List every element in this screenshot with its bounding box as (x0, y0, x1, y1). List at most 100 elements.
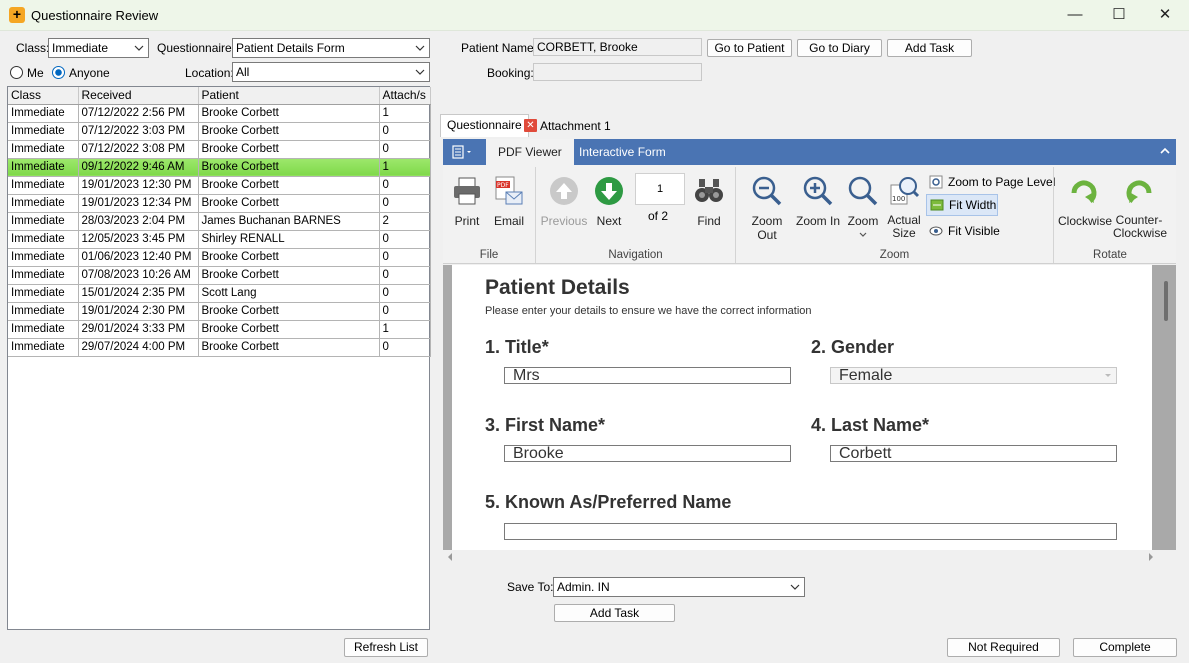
table-cell: 19/01/2023 12:34 PM (78, 194, 199, 213)
add-task-button[interactable]: Add Task (887, 39, 972, 57)
form-subtitle: Please enter your details to ensure we h… (485, 305, 812, 317)
not-required-button[interactable]: Not Required (947, 638, 1060, 657)
table-cell: 0 (379, 248, 431, 267)
go-to-patient-button[interactable]: Go to Patient (707, 39, 792, 57)
table-row[interactable]: Immediate 07/12/2022 3:08 PM Brooke Corbet… (8, 140, 431, 159)
actual-size-button[interactable]: 100 Actual Size (886, 175, 922, 240)
table-row[interactable]: Immediate 19/01/2023 12:30 PM Brooke Corbe… (8, 176, 431, 195)
pdf-viewer[interactable]: Patient Details Please enter your detail… (443, 265, 1176, 550)
print-button[interactable]: Print (449, 175, 485, 228)
table-row[interactable]: Immediate 01/06/2023 12:40 PM Brooke Corbe… (8, 248, 431, 267)
question-known-as: 5. Known As/Preferred Name (485, 492, 732, 512)
next-button[interactable]: Next (589, 175, 629, 228)
anyone-radio[interactable] (52, 66, 65, 79)
zoom-in-label: Zoom In (795, 214, 840, 228)
ribbon-menu-icon[interactable] (451, 144, 475, 160)
table-cell: 0 (379, 338, 431, 357)
column-header[interactable]: Class (8, 87, 79, 105)
tab-interactive-form[interactable]: Interactive Form (567, 139, 678, 165)
go-to-diary-button[interactable]: Go to Diary (797, 39, 882, 57)
table-cell: 1 (379, 320, 431, 339)
table-row[interactable]: Immediate 29/01/2024 3:33 PM Brooke Corbet… (8, 320, 431, 339)
table-row[interactable]: Immediate 19/01/2023 12:34 PM Brooke Corbe… (8, 194, 431, 213)
location-value: All (236, 65, 250, 79)
complete-button[interactable]: Complete (1073, 638, 1177, 657)
zoom-page-level-button[interactable]: Zoom to Page Level (929, 173, 1055, 191)
table-cell: 1 (379, 158, 431, 177)
fit-visible-button[interactable]: Fit Visible (929, 222, 1000, 240)
question-first-name: 3. First Name* (485, 415, 606, 435)
refresh-list-button[interactable]: Refresh List (344, 638, 428, 657)
table-row[interactable]: Immediate 07/08/2023 10:26 AM Brooke Corbe… (8, 266, 431, 285)
class-select[interactable]: Immediate (48, 38, 149, 58)
rotate-counter-clockwise-icon (1126, 180, 1152, 203)
table-row[interactable]: Immediate 15/01/2024 2:35 PM Scott Lang 0 (8, 284, 431, 303)
location-select[interactable]: All (232, 62, 430, 82)
table-cell: Brooke Corbett (198, 158, 380, 177)
previous-button[interactable]: Previous (539, 175, 589, 228)
booking-label: Booking: (487, 66, 534, 80)
title-bar: + Questionnaire Review — ☐ ✕ (0, 0, 1189, 31)
table-cell: James Buchanan BARNES (198, 212, 380, 231)
table-cell: 0 (379, 194, 431, 213)
table-row[interactable]: Immediate 07/12/2022 3:03 PM Brooke Corbet… (8, 122, 431, 141)
table-row[interactable]: Immediate 09/12/2022 9:46 AM Brooke Corbet… (8, 158, 431, 177)
maximize-button[interactable]: ☐ (1096, 0, 1142, 31)
minimize-button[interactable]: — (1052, 0, 1098, 31)
table-cell: 19/01/2023 12:30 PM (78, 176, 199, 195)
fit-width-button[interactable]: Fit Width (926, 194, 998, 216)
page-number-input[interactable]: 1 (635, 173, 685, 205)
save-add-task-button[interactable]: Add Task (554, 604, 675, 622)
table-cell: Immediate (8, 158, 79, 177)
table-cell: Brooke Corbett (198, 248, 380, 267)
table-cell: 09/12/2022 9:46 AM (78, 158, 199, 177)
column-header[interactable]: Patient (198, 87, 380, 105)
window-title: Questionnaire Review (31, 8, 159, 23)
table-cell: 0 (379, 122, 431, 141)
save-to-select[interactable]: Admin. IN (553, 577, 805, 597)
zoom-dropdown-button[interactable]: Zoom (845, 175, 881, 242)
scroll-right-icon[interactable] (1147, 552, 1155, 562)
horizontal-scrollbar[interactable] (443, 550, 1176, 564)
rotate-clockwise-button[interactable]: Clockwise (1058, 175, 1112, 228)
close-button[interactable]: ✕ (1142, 0, 1188, 31)
menu-icon (452, 145, 471, 159)
tab-questionnaire[interactable]: Questionnaire (440, 114, 529, 137)
table-row[interactable]: Immediate 28/03/2023 2:04 PM James Buchana… (8, 212, 431, 231)
first-name-field[interactable]: Brooke (504, 445, 791, 462)
column-header[interactable]: Attach/s (379, 87, 431, 105)
tab-pdf-viewer[interactable]: PDF Viewer (486, 139, 574, 165)
column-header[interactable]: Received (78, 87, 199, 105)
table-row[interactable]: Immediate 07/12/2022 2:56 PM Brooke Corbet… (8, 104, 431, 123)
known-as-field[interactable] (504, 523, 1117, 540)
me-radio[interactable] (10, 66, 23, 79)
gender-select[interactable]: Female (830, 367, 1117, 384)
zoom-in-button[interactable]: Zoom In (795, 175, 841, 228)
table-row[interactable]: Immediate 19/01/2024 2:30 PM Brooke Corbet… (8, 302, 431, 321)
scroll-left-icon[interactable] (446, 552, 454, 562)
me-label: Me (27, 66, 44, 80)
actual-size-label-2: Size (892, 226, 916, 240)
navigation-group-label: Navigation (608, 249, 663, 261)
find-button[interactable]: Find (691, 175, 727, 228)
close-icon[interactable]: ✕ (524, 119, 537, 132)
table-row[interactable]: Immediate 12/05/2023 3:45 PM Shirley RENAL… (8, 230, 431, 249)
zoom-out-button[interactable]: Zoom Out (741, 175, 793, 242)
rotate-counter-clockwise-button[interactable]: Counter- Clockwise (1113, 175, 1167, 240)
table-cell: 07/08/2023 10:26 AM (78, 266, 199, 285)
table-cell: Brooke Corbett (198, 140, 380, 159)
table-row[interactable]: Immediate 29/07/2024 4:00 PM Brooke Corbet… (8, 338, 431, 357)
table-cell: 0 (379, 266, 431, 285)
table-cell: 29/07/2024 4:00 PM (78, 338, 199, 357)
email-button[interactable]: PDF Email (491, 175, 527, 228)
table-cell: Brooke Corbett (198, 176, 380, 195)
title-field[interactable]: Mrs (504, 367, 791, 384)
tab-attachment[interactable]: ✕ Attachment 1 (518, 114, 617, 137)
arrow-up-icon (550, 177, 578, 205)
questionnaire-select[interactable]: Patient Details Form (232, 38, 430, 58)
last-name-field[interactable]: Corbett (830, 445, 1117, 462)
form-title: Patient Details (485, 276, 630, 299)
vertical-scrollbar-thumb[interactable] (1164, 281, 1168, 321)
chevron-up-icon (1160, 147, 1170, 154)
collapse-ribbon-icon[interactable] (1159, 145, 1171, 157)
